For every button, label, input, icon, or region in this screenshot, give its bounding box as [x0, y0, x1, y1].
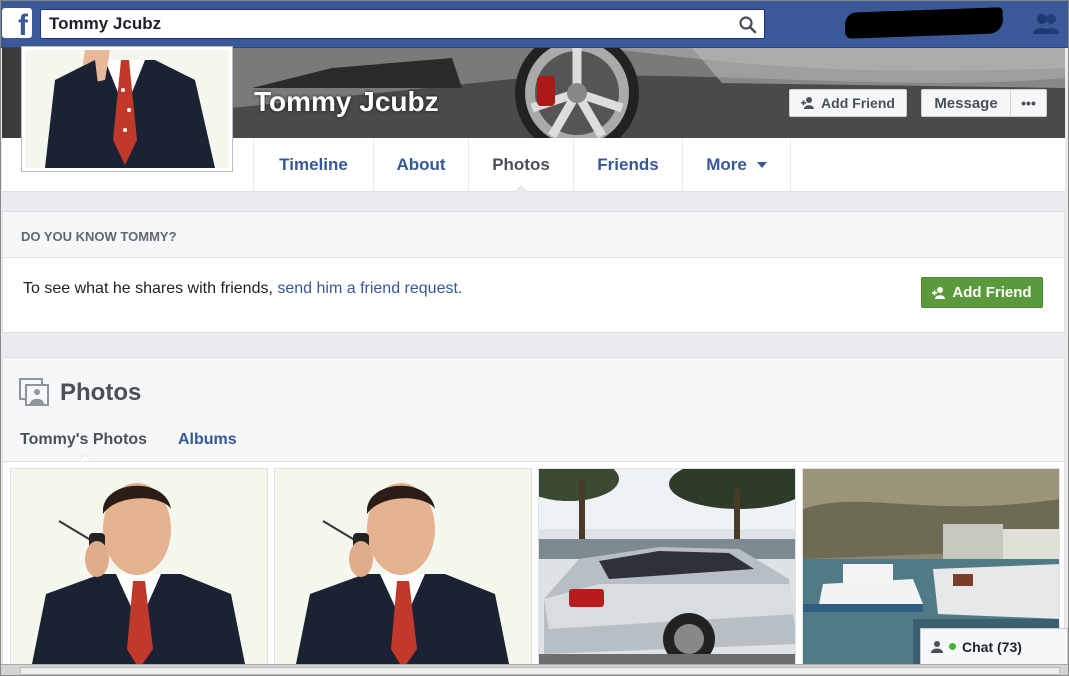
add-friend-label: Add Friend — [821, 95, 895, 111]
profile-picture[interactable] — [21, 46, 233, 172]
tab-more[interactable]: More — [682, 138, 791, 192]
tab-friends[interactable]: Friends — [573, 138, 682, 192]
chat-label: Chat (73) — [962, 638, 1022, 655]
send-friend-request-link[interactable]: send him a friend request. — [277, 280, 462, 297]
add-friend-primary-label: Add Friend — [952, 284, 1032, 301]
photo-image — [275, 469, 531, 667]
add-friend-primary-button[interactable]: Add Friend — [921, 277, 1043, 308]
know-text: To see what he shares with friends, send… — [23, 280, 462, 298]
facebook-logo[interactable]: f — [2, 8, 32, 42]
profile-picture-image — [25, 50, 229, 168]
photo-image — [11, 469, 267, 667]
tab-timeline[interactable]: Timeline — [253, 138, 373, 192]
chevron-down-icon — [756, 162, 767, 168]
tab-more-label: More — [706, 155, 747, 174]
search-box[interactable] — [40, 9, 765, 39]
chat-person-icon — [931, 640, 943, 653]
friends-icon[interactable] — [1032, 12, 1060, 36]
subtab-tommys-photos[interactable]: Tommy's Photos — [20, 431, 147, 449]
scrollbar-thumb[interactable] — [20, 667, 1060, 675]
tab-friends-label: Friends — [597, 155, 659, 174]
photo-thumbnail[interactable] — [538, 468, 796, 668]
photos-title: Photos — [60, 379, 142, 406]
subtab-albums[interactable]: Albums — [178, 431, 237, 449]
photo-grid — [3, 461, 1064, 675]
tab-about[interactable]: About — [373, 138, 468, 192]
message-button[interactable]: Message — [921, 89, 1011, 117]
top-bar: f — [0, 0, 1069, 48]
know-header: DO YOU KNOW TOMMY? — [3, 212, 1064, 258]
friend-request-prompt: DO YOU KNOW TOMMY? To see what he shares… — [2, 211, 1065, 333]
profile-name[interactable]: Tommy Jcubz — [254, 86, 439, 118]
photo-thumbnail[interactable] — [10, 468, 268, 668]
facebook-logo-letter: f — [18, 9, 28, 42]
photo-image — [539, 469, 795, 667]
know-text-body: To see what he shares with friends, — [23, 280, 278, 297]
photos-section: Photos Tommy's Photos Albums — [2, 357, 1065, 676]
tab-timeline-label: Timeline — [279, 155, 348, 174]
add-friend-icon — [801, 97, 815, 109]
tab-photos[interactable]: Photos — [468, 138, 573, 193]
photo-thumbnail[interactable] — [274, 468, 532, 668]
search-input[interactable] — [49, 13, 729, 35]
photos-icon — [19, 378, 49, 406]
redacted-user-area — [844, 7, 1004, 39]
add-friend-button[interactable]: Add Friend — [789, 89, 907, 117]
search-icon[interactable] — [738, 15, 758, 35]
horizontal-scrollbar[interactable] — [0, 664, 1069, 676]
more-options-button[interactable]: ••• — [1010, 89, 1047, 117]
active-tab-caret — [513, 185, 529, 193]
chat-tab[interactable]: Chat (73) — [920, 628, 1068, 664]
tab-about-label: About — [396, 155, 446, 174]
active-subtab-caret — [78, 454, 92, 461]
tab-photos-label: Photos — [492, 155, 550, 174]
online-indicator — [949, 643, 956, 650]
add-friend-icon — [932, 286, 946, 299]
